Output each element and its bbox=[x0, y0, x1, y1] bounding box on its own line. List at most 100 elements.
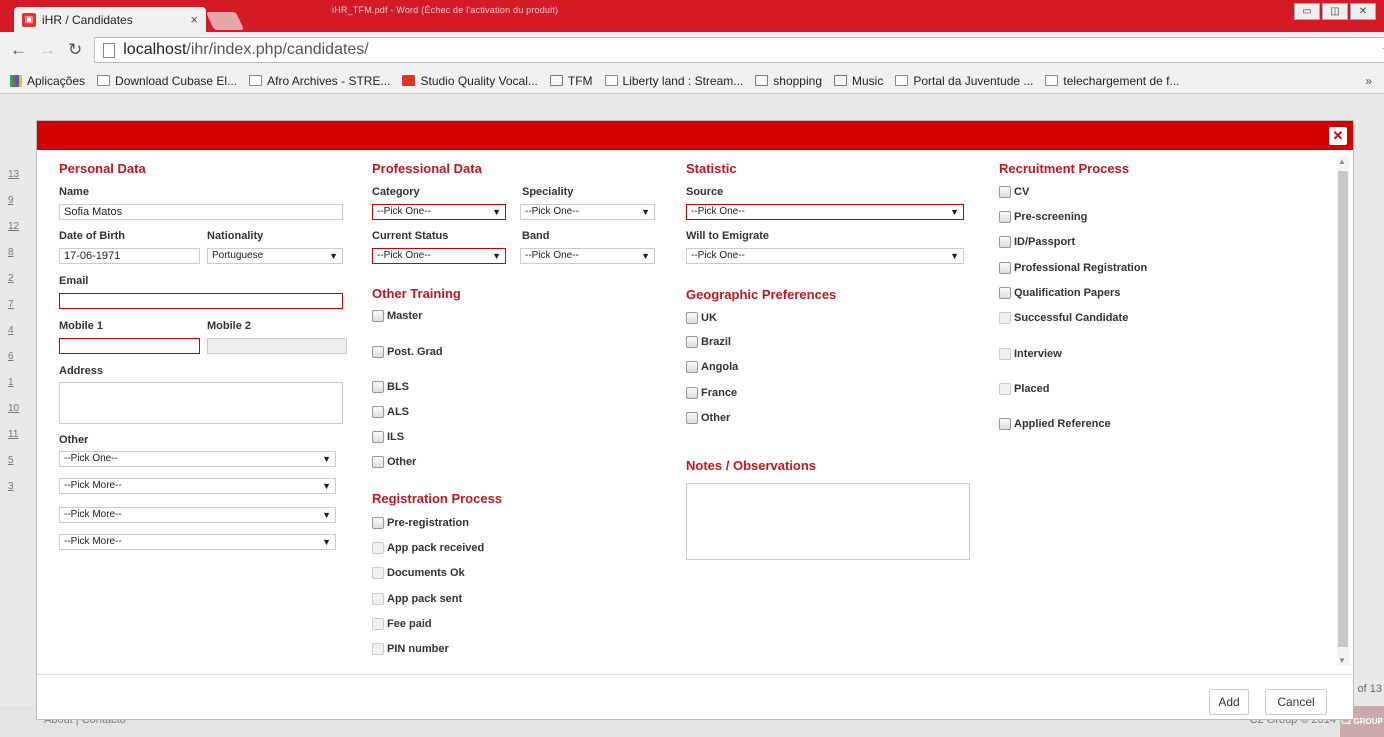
id-link[interactable]: 2 bbox=[0, 266, 36, 292]
name-input[interactable]: Sofia Matos bbox=[59, 204, 343, 220]
training-bls-checkbox[interactable]: BLS bbox=[372, 381, 409, 393]
id-link[interactable]: 4 bbox=[0, 318, 36, 344]
checkbox-box[interactable] bbox=[372, 567, 384, 579]
recruitment-checkbox[interactable]: ID/Passport bbox=[999, 236, 1075, 248]
url-field[interactable]: localhost/ihr/index.php/candidates/ ☆ bbox=[94, 37, 1384, 63]
id-link[interactable]: 11 bbox=[0, 422, 36, 448]
bookmark-folder[interactable]: TFM bbox=[549, 74, 593, 88]
bookmark-folder[interactable]: shopping bbox=[755, 74, 822, 88]
bookmark-item[interactable]: Liberty land : Stream... bbox=[604, 74, 743, 88]
checkbox-box[interactable] bbox=[686, 336, 698, 348]
reload-icon[interactable]: ↻ bbox=[68, 40, 82, 60]
close-tab-icon[interactable]: × bbox=[190, 12, 198, 27]
id-link[interactable]: 3 bbox=[0, 474, 36, 500]
geo-uk-checkbox[interactable]: UK bbox=[686, 312, 717, 324]
nationality-select[interactable]: Portuguese ▼ bbox=[207, 248, 343, 264]
close-window-icon[interactable]: ✕ bbox=[1350, 3, 1376, 20]
id-link[interactable]: 9 bbox=[0, 188, 36, 214]
close-modal-icon[interactable]: ✕ bbox=[1329, 127, 1347, 145]
emigrate-select[interactable]: --Pick One-- ▼ bbox=[686, 248, 964, 264]
current-status-select[interactable]: --Pick One-- ▼ bbox=[372, 248, 506, 264]
scroll-down-icon[interactable]: ▼ bbox=[1338, 656, 1346, 665]
checkbox-box[interactable] bbox=[999, 418, 1011, 430]
cancel-button[interactable]: Cancel bbox=[1265, 689, 1327, 715]
id-link[interactable]: 5 bbox=[0, 448, 36, 474]
training-ils-checkbox[interactable]: ILS bbox=[372, 431, 404, 443]
address-textarea[interactable] bbox=[59, 382, 343, 424]
other-select[interactable]: --Pick More-- ▼ bbox=[59, 534, 336, 550]
checkbox-box[interactable] bbox=[999, 236, 1011, 248]
checkbox-box[interactable] bbox=[372, 618, 384, 630]
add-button[interactable]: Add bbox=[1209, 689, 1249, 715]
registration-checkbox[interactable]: Pre-registration bbox=[372, 517, 469, 529]
checkbox-box[interactable] bbox=[372, 517, 384, 529]
email-input[interactable] bbox=[59, 293, 343, 309]
bookmark-item[interactable]: Studio Quality Vocal... bbox=[402, 74, 538, 88]
training-als-checkbox[interactable]: ALS bbox=[372, 406, 409, 418]
checkbox-box[interactable] bbox=[999, 348, 1011, 360]
checkbox-box[interactable] bbox=[372, 310, 384, 322]
browser-tab[interactable]: ▣ iHR / Candidates × bbox=[14, 7, 206, 32]
checkbox-box[interactable] bbox=[372, 381, 384, 393]
id-link[interactable]: 10 bbox=[0, 396, 36, 422]
id-link[interactable]: 1 bbox=[0, 370, 36, 396]
other-select[interactable]: --Pick One-- ▼ bbox=[59, 451, 336, 467]
other-select[interactable]: --Pick More-- ▼ bbox=[59, 478, 336, 494]
training-other-checkbox[interactable]: Other bbox=[372, 456, 416, 468]
maximize-icon[interactable]: ◫ bbox=[1322, 3, 1348, 20]
checkbox-box[interactable] bbox=[999, 186, 1011, 198]
checkbox-box[interactable] bbox=[999, 312, 1011, 324]
checkbox-box[interactable] bbox=[372, 643, 384, 655]
id-link[interactable]: 6 bbox=[0, 344, 36, 370]
registration-checkbox[interactable]: App pack sent bbox=[372, 593, 462, 605]
new-tab-button[interactable] bbox=[205, 12, 245, 30]
checkbox-box[interactable] bbox=[999, 287, 1011, 299]
scroll-up-icon[interactable]: ▲ bbox=[1338, 157, 1346, 166]
checkbox-box[interactable] bbox=[686, 312, 698, 324]
bookmark-item[interactable]: telechargement de f... bbox=[1045, 74, 1180, 88]
geo-angola-checkbox[interactable]: Angola bbox=[686, 361, 738, 373]
minimize-icon[interactable]: ▭ bbox=[1294, 3, 1320, 20]
checkbox-box[interactable] bbox=[686, 387, 698, 399]
recruitment-checkbox[interactable]: Professional Registration bbox=[999, 262, 1147, 274]
more-bookmarks-icon[interactable]: » bbox=[1365, 74, 1372, 88]
recruitment-checkbox[interactable]: Pre-screening bbox=[999, 211, 1087, 223]
band-select[interactable]: --Pick One-- ▼ bbox=[520, 248, 655, 264]
recruitment-checkbox[interactable]: CV bbox=[999, 186, 1029, 198]
bookmark-item[interactable]: Download Cubase El... bbox=[97, 74, 237, 88]
id-link[interactable]: 12 bbox=[0, 214, 36, 240]
recruitment-checkbox[interactable]: Placed bbox=[999, 383, 1049, 395]
bookmark-apps[interactable]: Aplicações bbox=[10, 74, 85, 88]
other-select[interactable]: --Pick More-- ▼ bbox=[59, 507, 336, 523]
notes-textarea[interactable] bbox=[686, 483, 970, 560]
checkbox-box[interactable] bbox=[686, 412, 698, 424]
training-postgrad-checkbox[interactable]: Post. Grad bbox=[372, 346, 443, 358]
checkbox-box[interactable] bbox=[372, 406, 384, 418]
checkbox-box[interactable] bbox=[999, 262, 1011, 274]
checkbox-box[interactable] bbox=[999, 211, 1011, 223]
back-icon[interactable]: ← bbox=[10, 40, 27, 60]
mobile1-input[interactable] bbox=[59, 338, 200, 354]
forward-icon[interactable]: → bbox=[39, 40, 56, 60]
checkbox-box[interactable] bbox=[372, 346, 384, 358]
training-master-checkbox[interactable]: Master bbox=[372, 310, 422, 322]
geo-other-checkbox[interactable]: Other bbox=[686, 412, 730, 424]
registration-checkbox[interactable]: PIN number bbox=[372, 643, 449, 655]
checkbox-box[interactable] bbox=[372, 593, 384, 605]
bookmark-item[interactable]: Portal da Juventude ... bbox=[895, 74, 1033, 88]
scrollbar-thumb[interactable] bbox=[1338, 171, 1348, 647]
speciality-select[interactable]: --Pick One-- ▼ bbox=[520, 204, 655, 220]
id-link[interactable]: 8 bbox=[0, 240, 36, 266]
category-select[interactable]: --Pick One-- ▼ bbox=[372, 204, 506, 220]
mobile2-input[interactable] bbox=[207, 338, 347, 354]
checkbox-box[interactable] bbox=[999, 383, 1011, 395]
registration-checkbox[interactable]: Documents Ok bbox=[372, 567, 465, 579]
registration-checkbox[interactable]: App pack received bbox=[372, 542, 484, 554]
id-link[interactable]: 13 bbox=[0, 162, 36, 188]
id-link[interactable]: 7 bbox=[0, 292, 36, 318]
geo-brazil-checkbox[interactable]: Brazil bbox=[686, 336, 731, 348]
recruitment-checkbox[interactable]: Interview bbox=[999, 348, 1062, 360]
recruitment-checkbox[interactable]: Successful Candidate bbox=[999, 312, 1128, 324]
source-select[interactable]: --Pick One-- ▼ bbox=[686, 204, 964, 220]
checkbox-box[interactable] bbox=[372, 456, 384, 468]
